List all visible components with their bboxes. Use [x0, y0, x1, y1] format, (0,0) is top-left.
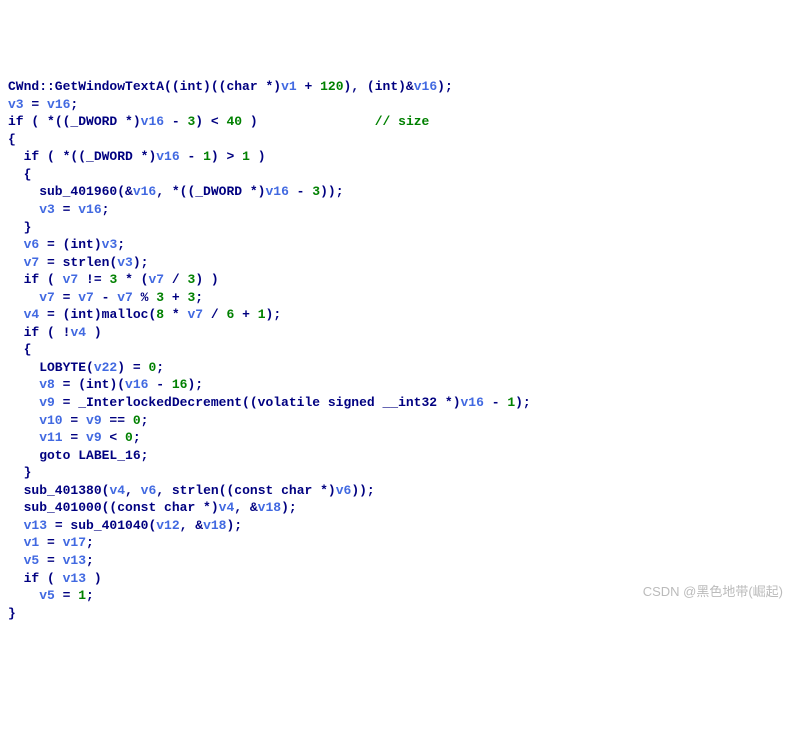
code-line: if ( v13 ): [8, 571, 102, 586]
code-line: {: [8, 132, 16, 147]
code-line: sub_401380(v4, v6, strlen((const char *)…: [8, 483, 375, 498]
code-line: LOBYTE(v22) = 0;: [8, 360, 164, 375]
code-line: v10 = v9 == 0;: [8, 413, 148, 428]
code-line: v7 = strlen(v3);: [8, 255, 148, 270]
code-line: if ( v7 != 3 * (v7 / 3) ): [8, 272, 219, 287]
code-line: v11 = v9 < 0;: [8, 430, 141, 445]
code-line: v8 = (int)(v16 - 16);: [8, 377, 203, 392]
code-line: {: [8, 167, 31, 182]
code-line: }: [8, 465, 31, 480]
code-line: v9 = _InterlockedDecrement((volatile sig…: [8, 395, 531, 410]
code-line: v7 = v7 - v7 % 3 + 3;: [8, 290, 203, 305]
code-line: v4 = (int)malloc(8 * v7 / 6 + 1);: [8, 307, 281, 322]
code-line: v3 = v16;: [8, 97, 78, 112]
code-line: if ( !v4 ): [8, 325, 102, 340]
code-line: CWnd::GetWindowTextA((int)((char *)v1 + …: [8, 79, 453, 94]
decompiled-code-block: CWnd::GetWindowTextA((int)((char *)v1 + …: [8, 78, 785, 622]
code-line: if ( *((_DWORD *)v16 - 1) > 1 ): [8, 149, 266, 164]
code-line: v3 = v16;: [8, 202, 109, 217]
code-line: {: [8, 342, 31, 357]
code-line: if ( *((_DWORD *)v16 - 3) < 40 ) // size: [8, 114, 429, 129]
code-line: v13 = sub_401040(v12, &v18);: [8, 518, 242, 533]
code-line: v1 = v17;: [8, 535, 94, 550]
code-line: v5 = 1;: [8, 588, 94, 603]
code-line: v6 = (int)v3;: [8, 237, 125, 252]
code-line: sub_401960(&v16, *((_DWORD *)v16 - 3));: [8, 184, 344, 199]
code-line: }: [8, 220, 31, 235]
watermark-text: CSDN @黑色地带(崛起): [643, 583, 783, 601]
code-line: sub_401000((const char *)v4, &v18);: [8, 500, 297, 515]
code-line: }: [8, 606, 16, 621]
comment-size: // size: [375, 114, 430, 129]
code-line: goto LABEL_16;: [8, 448, 148, 463]
code-line: v5 = v13;: [8, 553, 94, 568]
